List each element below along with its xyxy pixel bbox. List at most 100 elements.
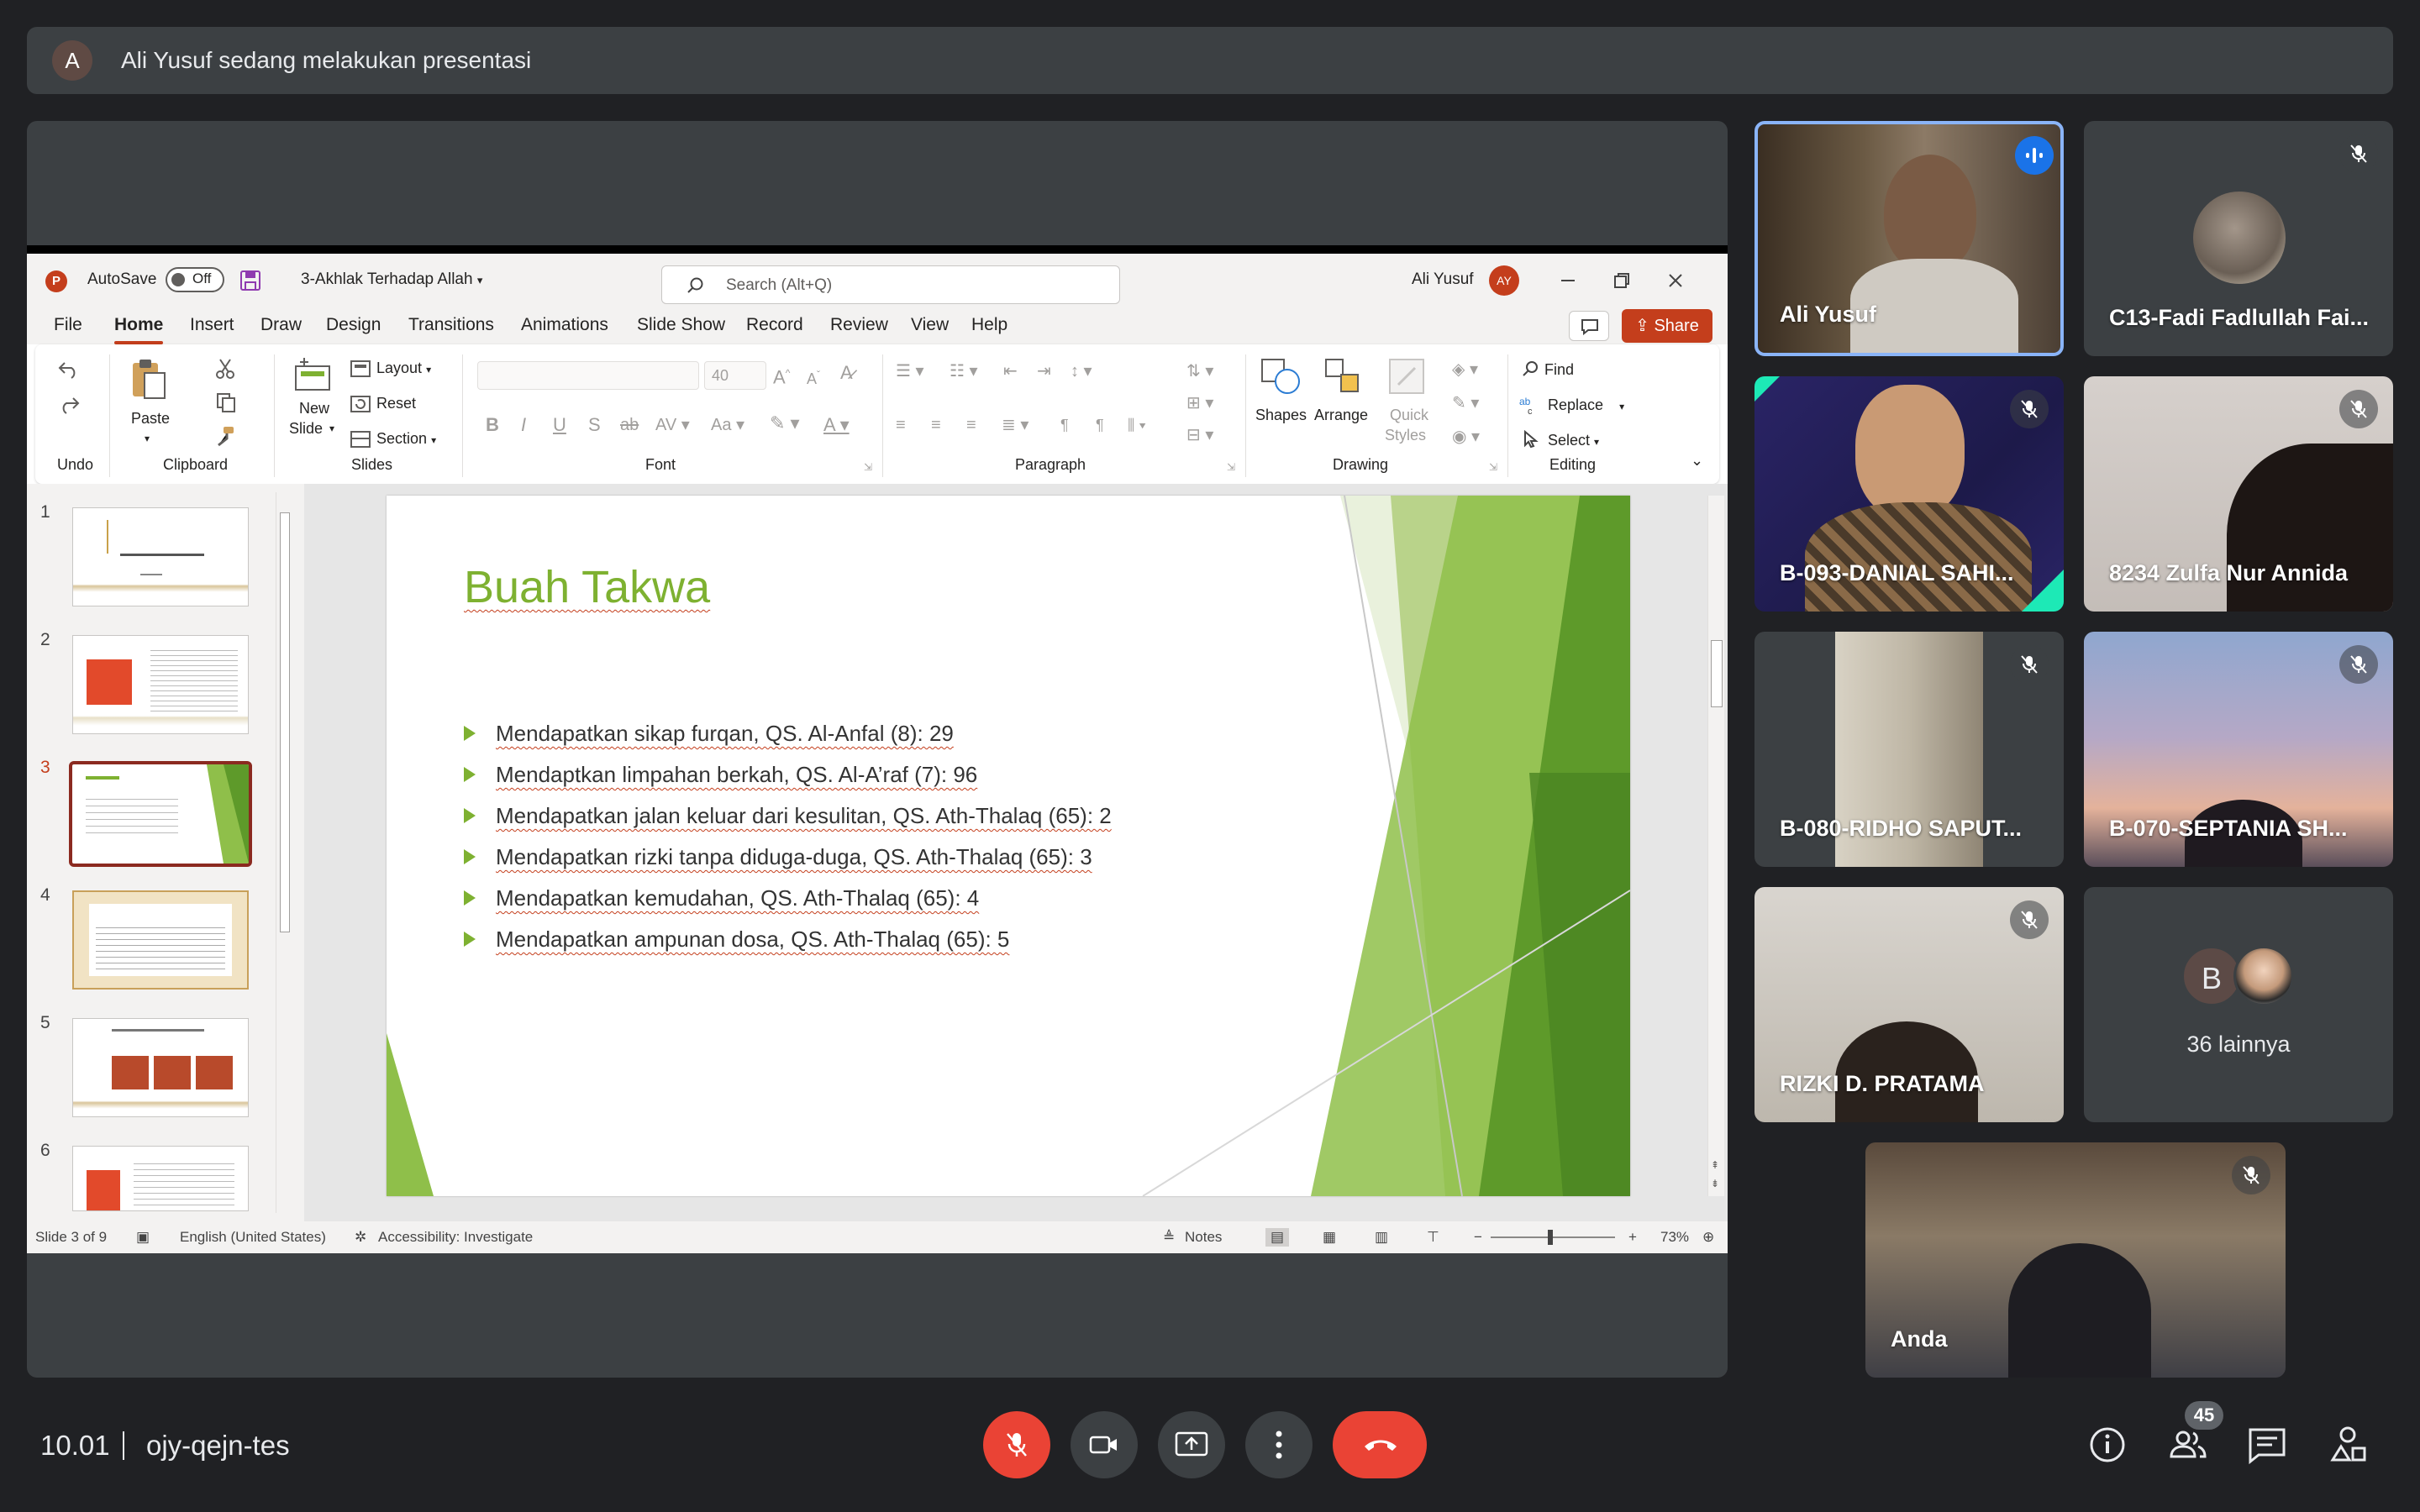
zoom-slider-thumb[interactable] — [1548, 1230, 1553, 1245]
mic-toggle-button[interactable] — [983, 1411, 1050, 1478]
search-box[interactable]: Search (Alt+Q) — [661, 265, 1120, 304]
align-right-icon[interactable]: ≡ — [966, 415, 976, 435]
prev-slide-icon[interactable]: ⇞ — [1711, 1159, 1719, 1171]
slide-bullet[interactable]: Mendaptkan limpahan berkah, QS. Al-A’raf… — [464, 760, 977, 789]
highlight-icon[interactable]: ✎ ▾ — [770, 413, 800, 433]
tab-design[interactable]: Design — [326, 314, 381, 336]
participant-tile[interactable]: RIZKI D. PRATAMA — [1754, 887, 2064, 1122]
close-icon[interactable] — [1665, 270, 1686, 291]
shape-fill-icon[interactable]: ◈ ▾ — [1452, 360, 1478, 380]
redo-icon[interactable] — [57, 393, 81, 415]
quick-styles-label-2[interactable]: Styles — [1385, 425, 1426, 445]
paragraph-dialog-launcher-icon[interactable]: ⇲ — [1227, 457, 1235, 477]
tab-slide-show[interactable]: Slide Show — [637, 314, 725, 336]
slide-bullet[interactable]: Mendapatkan ampunan dosa, QS. Ath-Thalaq… — [464, 925, 1009, 953]
collapse-ribbon-icon[interactable]: ⌄ — [1691, 450, 1703, 470]
restore-icon[interactable] — [1612, 270, 1632, 291]
slide-canvas[interactable]: Buah Takwa Mendapatkan sikap furqan, QS.… — [387, 496, 1630, 1196]
end-call-button[interactable] — [1333, 1411, 1427, 1478]
shadow-icon[interactable]: S — [588, 415, 601, 435]
new-slide-label-2[interactable]: Slide — [289, 418, 323, 438]
justify-icon[interactable]: ≣ ▾ — [1002, 415, 1028, 435]
rtl-icon[interactable]: ¶ — [1096, 415, 1104, 435]
slide-bullet[interactable]: Mendapatkan kemudahan, QS. Ath-Thalaq (6… — [464, 884, 979, 912]
self-tile[interactable]: Anda — [1865, 1142, 2286, 1378]
meeting-details-icon[interactable] — [2084, 1421, 2131, 1468]
slide-sorter-icon[interactable]: ▦ — [1323, 1228, 1336, 1247]
reading-view-icon[interactable]: ▥ — [1375, 1228, 1388, 1247]
tab-transitions[interactable]: Transitions — [408, 314, 494, 336]
quick-styles-label-1[interactable]: Quick — [1390, 405, 1428, 425]
fit-to-window-icon[interactable]: ⊕ — [1702, 1228, 1714, 1247]
ltr-icon[interactable]: ¶ — [1060, 415, 1069, 435]
participant-tile[interactable]: B-070-SEPTANIA SH... — [2084, 632, 2393, 867]
slideshow-view-icon[interactable]: ⊤ — [1427, 1228, 1439, 1247]
tab-animations[interactable]: Animations — [521, 314, 608, 336]
language-status[interactable]: English (United States) — [180, 1228, 326, 1247]
slide-thumbnail-4[interactable] — [72, 890, 249, 990]
slide-thumbnail-6[interactable] — [72, 1146, 249, 1211]
find-button[interactable]: Find — [1544, 360, 1574, 380]
activities-icon[interactable] — [2324, 1421, 2371, 1468]
participant-tile[interactable]: Ali Yusuf — [1754, 121, 2064, 356]
italic-icon[interactable]: I — [521, 415, 526, 435]
align-center-icon[interactable]: ≡ — [931, 415, 941, 435]
tab-home[interactable]: Home — [114, 314, 164, 344]
accessibility-status[interactable]: Accessibility: Investigate — [378, 1228, 533, 1247]
normal-view-icon[interactable]: ▤ — [1265, 1228, 1290, 1247]
participant-tile[interactable]: B-093-DANIAL SAHI... — [1754, 376, 2064, 612]
tab-record[interactable]: Record — [746, 314, 803, 336]
notes-button[interactable]: Notes — [1185, 1228, 1222, 1247]
thumbnail-scrollbar[interactable] — [276, 492, 292, 1213]
arrange-icon[interactable] — [1323, 356, 1363, 396]
layout-button[interactable]: Layout ▾ — [376, 358, 431, 380]
quick-styles-icon[interactable] — [1386, 356, 1427, 396]
user-avatar[interactable]: AY — [1489, 265, 1519, 296]
zoom-level[interactable]: 73% — [1660, 1228, 1689, 1247]
align-text-icon[interactable]: ⊞ ▾ — [1186, 393, 1213, 413]
select-button[interactable]: Select ▾ — [1548, 430, 1599, 452]
bold-icon[interactable]: B — [486, 415, 499, 435]
paste-label[interactable]: Paste — [131, 408, 170, 428]
font-dialog-launcher-icon[interactable]: ⇲ — [864, 457, 872, 477]
tab-help[interactable]: Help — [971, 314, 1007, 336]
thumbnail-scroll-thumb[interactable] — [280, 512, 290, 932]
bullets-icon[interactable]: ☰ ▾ — [896, 361, 924, 381]
format-painter-icon[interactable] — [215, 425, 237, 447]
new-slide-label-1[interactable]: New — [299, 398, 329, 418]
section-button[interactable]: Section ▾ — [376, 428, 436, 450]
slide-bullet[interactable]: Mendapatkan sikap furqan, QS. Al-Anfal (… — [464, 719, 954, 748]
line-spacing-icon[interactable]: ↕ ▾ — [1071, 361, 1092, 381]
slide-thumbnail-2[interactable] — [72, 635, 249, 734]
present-screen-button[interactable] — [1158, 1411, 1225, 1478]
slide-bullet[interactable]: Mendapatkan jalan keluar dari kesulitan,… — [464, 801, 1112, 830]
slide-thumbnail-3[interactable] — [69, 761, 252, 867]
undo-icon[interactable] — [57, 358, 81, 380]
decrease-indent-icon[interactable]: ⇤ — [1003, 361, 1018, 381]
font-color-icon[interactable]: A ▾ — [823, 415, 850, 435]
comments-button[interactable] — [1569, 311, 1609, 341]
copy-icon[interactable] — [215, 391, 237, 413]
columns-icon[interactable]: ⫼ ▾ — [1128, 415, 1146, 435]
tab-file[interactable]: File — [54, 314, 82, 336]
paste-icon[interactable] — [129, 356, 168, 402]
numbering-icon[interactable]: ☷ ▾ — [950, 361, 978, 381]
next-slide-icon[interactable]: ⇟ — [1711, 1178, 1719, 1189]
grow-font-icon[interactable]: A^ — [773, 363, 790, 387]
slide-title[interactable]: Buah Takwa — [464, 561, 710, 613]
spelling-check-icon[interactable]: ▣ — [136, 1228, 150, 1247]
participant-tile[interactable]: C13-Fadi Fadlullah Fai... — [2084, 121, 2393, 356]
tab-draw[interactable]: Draw — [260, 314, 302, 336]
slide-scrollbar[interactable]: ⇞ ⇟ — [1707, 496, 1724, 1196]
increase-indent-icon[interactable]: ⇥ — [1037, 361, 1051, 381]
file-name[interactable]: 3-Akhlak Terhadap Allah ▾ — [301, 269, 482, 291]
text-direction-icon[interactable]: ⇅ ▾ — [1186, 361, 1213, 381]
shape-effects-icon[interactable]: ◉ ▾ — [1452, 427, 1480, 447]
slide-thumbnail-1[interactable] — [72, 507, 249, 606]
change-case-icon[interactable]: Aa ▾ — [711, 415, 744, 435]
more-options-button[interactable] — [1245, 1411, 1313, 1478]
smartart-icon[interactable]: ⊟ ▾ — [1186, 425, 1213, 445]
shapes-icon[interactable] — [1260, 356, 1302, 396]
zoom-in-icon[interactable]: + — [1628, 1228, 1637, 1247]
share-button[interactable]: ⇪ Share — [1622, 309, 1712, 343]
